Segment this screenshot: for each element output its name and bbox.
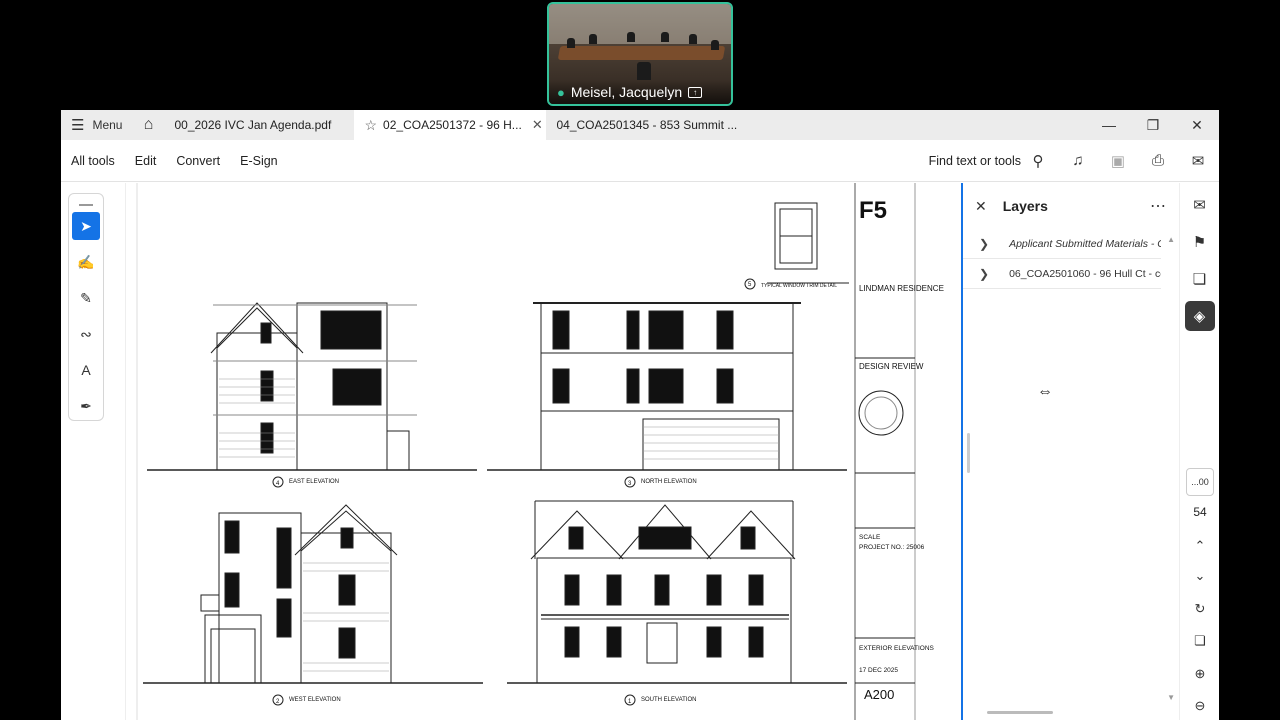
elevation-label: EAST ELEVATION bbox=[289, 479, 339, 485]
layers-header: ✕ Layers ⋯ bbox=[963, 183, 1179, 229]
left-tool-rail: ➤ ✍ ✎ ∾ A ✒ bbox=[61, 183, 126, 720]
elevation-number: 2 bbox=[276, 699, 280, 705]
west-elevation bbox=[143, 504, 483, 684]
layers-panel: ✕ Layers ⋯ ❯ Applicant Submitted Materia… bbox=[961, 183, 1179, 720]
panel-title: Layers bbox=[1002, 198, 1048, 214]
layer-label: Applicant Submitted Materials - CC bbox=[1009, 237, 1161, 250]
layers-icon[interactable]: ◈ bbox=[1184, 301, 1215, 331]
layer-label: 06_COA2501060 - 96 Hull Ct - cond bbox=[1009, 267, 1161, 280]
menu-button[interactable]: ☰ Menu bbox=[61, 110, 132, 140]
close-window-icon[interactable]: ✕ bbox=[1175, 110, 1219, 140]
chevron-right-icon[interactable]: ❯ bbox=[979, 237, 989, 251]
screen: ● Meisel, Jacquelyn ↑ ☰ Menu ⌂ 00_2026 I… bbox=[0, 0, 1280, 720]
sheet-number: A200 bbox=[864, 687, 894, 702]
find-text-button[interactable]: Find text or tools ⚲ bbox=[929, 152, 1049, 170]
detail-number: 5 bbox=[748, 282, 752, 288]
more-options-icon[interactable]: ⋯ bbox=[1150, 196, 1167, 216]
scale-label: SCALE bbox=[859, 534, 881, 541]
hamburger-icon: ☰ bbox=[71, 117, 85, 134]
zoom-in-icon[interactable]: ⊕ bbox=[1180, 666, 1220, 682]
zoom-out-icon[interactable]: ⊖ bbox=[1180, 698, 1220, 714]
resize-cursor-icon: ⇔ bbox=[1037, 383, 1053, 400]
elevation-number: 4 bbox=[276, 481, 280, 487]
scroll-up-icon[interactable]: ▲ bbox=[1167, 235, 1175, 244]
elevation-drawing: F5 LINDMAN RESIDENCE DESIGN REVIEW SCALE… bbox=[136, 183, 944, 720]
north-elevation bbox=[487, 302, 847, 471]
select-cursor-icon[interactable]: ➤ bbox=[72, 212, 100, 240]
menu-label: Menu bbox=[92, 118, 123, 132]
sheet-title: EXTERIOR ELEVATIONS bbox=[859, 645, 935, 652]
quick-tools-panel: ➤ ✍ ✎ ∾ A ✒ bbox=[68, 193, 104, 421]
all-tools-button[interactable]: All tools bbox=[61, 154, 125, 168]
comment-panel-icon[interactable]: ✉ bbox=[1185, 190, 1215, 220]
east-elevation bbox=[147, 302, 477, 471]
page-number: 54 bbox=[1193, 505, 1207, 519]
convert-button[interactable]: Convert bbox=[166, 154, 230, 168]
sheet-mark: F5 bbox=[859, 197, 887, 224]
export-page-icon[interactable]: ❏ bbox=[1180, 633, 1220, 649]
bookmark-icon[interactable]: ⚑ bbox=[1185, 227, 1215, 257]
document-view[interactable]: F5 LINDMAN RESIDENCE DESIGN REVIEW SCALE… bbox=[127, 183, 959, 720]
acrobat-window: ☰ Menu ⌂ 00_2026 IVC Jan Agenda.pdf ☆ 02… bbox=[61, 110, 1219, 720]
stage-label: DESIGN REVIEW bbox=[859, 362, 924, 371]
pages-icon[interactable]: ❏ bbox=[1185, 264, 1215, 294]
microphone-icon: ● bbox=[557, 84, 565, 100]
tab-coa2501372[interactable]: ☆ 02_COA2501372 - 96 H... ✕ bbox=[354, 110, 547, 140]
page-up-icon[interactable]: ⌃ bbox=[1180, 538, 1220, 554]
participant-name: Meisel, Jacquelyn bbox=[570, 84, 683, 100]
detail-label: TYPICAL WINDOW TRIM DETAIL bbox=[761, 283, 837, 289]
rotate-icon[interactable]: ↻ bbox=[1180, 601, 1220, 617]
horizontal-scrollbar[interactable] bbox=[987, 711, 1053, 714]
text-select-icon[interactable]: A bbox=[72, 356, 100, 384]
edit-button[interactable]: Edit bbox=[125, 154, 167, 168]
esign-button[interactable]: E-Sign bbox=[230, 154, 288, 168]
tab-agenda[interactable]: 00_2026 IVC Jan Agenda.pdf bbox=[164, 110, 354, 140]
tab-coa2501345[interactable]: 04_COA2501345 - 853 Summit ... bbox=[546, 110, 741, 140]
elevation-label: WEST ELEVATION bbox=[289, 697, 341, 703]
freehand-draw-icon[interactable]: ∾ bbox=[72, 320, 100, 348]
minimize-icon[interactable]: — bbox=[1087, 110, 1131, 140]
page-thumbnail-box[interactable]: ...00 bbox=[1186, 468, 1214, 496]
panel-resize-handle[interactable] bbox=[967, 433, 970, 473]
drag-grip[interactable] bbox=[79, 204, 93, 206]
right-rail: ✉ ⚑ ❏ ◈ ...00 54 ⌃ ⌄ ↻ ❏ ⊕ ⊖ bbox=[1179, 183, 1219, 720]
read-aloud-icon[interactable]: ♫ bbox=[1067, 152, 1089, 169]
window-controls: — ❐ ✕ bbox=[1087, 110, 1219, 140]
find-label: Find text or tools bbox=[928, 153, 1021, 168]
elevation-label: SOUTH ELEVATION bbox=[641, 697, 696, 703]
close-tab-icon[interactable]: ✕ bbox=[532, 117, 543, 133]
tab-bar: ☰ Menu ⌂ 00_2026 IVC Jan Agenda.pdf ☆ 02… bbox=[61, 110, 1219, 140]
share-screen-icon: ↑ bbox=[688, 86, 703, 98]
project-name: LINDMAN RESIDENCE bbox=[859, 284, 944, 293]
print-icon[interactable]: ⎙ bbox=[1147, 152, 1169, 169]
page-down-icon[interactable]: ⌄ bbox=[1180, 568, 1220, 584]
elevation-number: 1 bbox=[628, 699, 632, 705]
sheet-date: 17 DEC 2025 bbox=[859, 667, 898, 674]
close-panel-icon[interactable]: ✕ bbox=[975, 198, 987, 215]
toolbar: All tools Edit Convert E-Sign Find text … bbox=[61, 140, 1219, 182]
home-icon[interactable]: ⌂ bbox=[132, 110, 164, 140]
comment-icon[interactable]: ✍ bbox=[72, 248, 100, 276]
highlight-pen-icon[interactable]: ✎ bbox=[72, 284, 100, 312]
tab-label: 00_2026 IVC Jan Agenda.pdf bbox=[174, 118, 332, 132]
restore-icon[interactable]: ❐ bbox=[1131, 110, 1175, 140]
search-icon: ⚲ bbox=[1032, 152, 1044, 170]
save-icon[interactable]: ▣ bbox=[1107, 152, 1129, 170]
elevation-label: NORTH ELEVATION bbox=[641, 479, 697, 485]
tab-label: 04_COA2501345 - 853 Summit ... bbox=[556, 118, 738, 132]
layer-item[interactable]: ❯ 06_COA2501060 - 96 Hull Ct - cond bbox=[963, 259, 1161, 289]
scroll-down-icon[interactable]: ▼ bbox=[1167, 693, 1175, 702]
email-icon[interactable]: ✉ bbox=[1187, 152, 1209, 170]
chevron-right-icon[interactable]: ❯ bbox=[979, 267, 989, 281]
elevation-number: 3 bbox=[628, 481, 632, 487]
layer-item[interactable]: ❯ Applicant Submitted Materials - CC bbox=[963, 229, 1161, 259]
video-tile[interactable]: ● Meisel, Jacquelyn ↑ bbox=[547, 2, 733, 106]
tab-label: 02_COA2501372 - 96 H... bbox=[383, 118, 522, 132]
project-number: PROJECT NO.: 25006 bbox=[859, 544, 925, 551]
south-elevation bbox=[507, 500, 847, 684]
star-icon[interactable]: ☆ bbox=[364, 117, 377, 134]
participant-name-bar: ● Meisel, Jacquelyn ↑ bbox=[549, 80, 731, 104]
fill-sign-icon[interactable]: ✒ bbox=[72, 392, 100, 420]
